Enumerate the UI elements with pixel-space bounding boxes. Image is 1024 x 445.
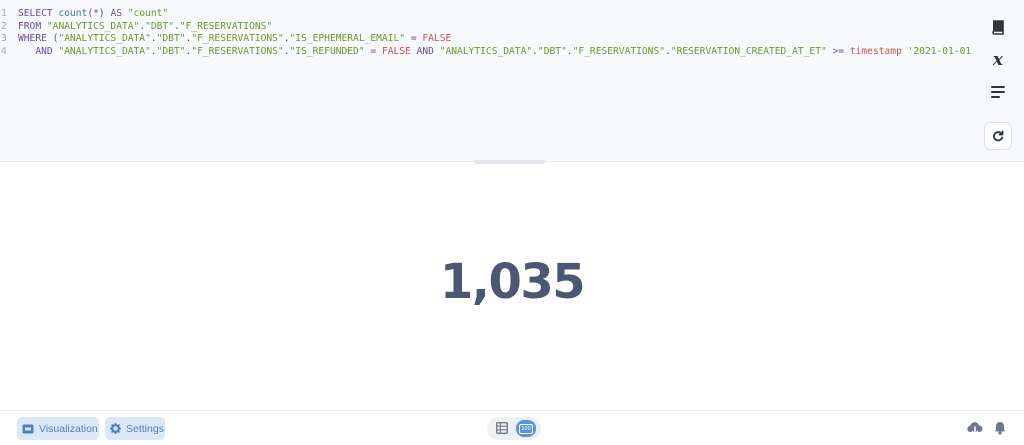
code-token: "F_RESERVATIONS" <box>572 45 666 57</box>
editor-sidebar: x <box>984 14 1012 110</box>
code-line[interactable]: 4 AND "ANALYTICS_DATA"."DBT"."F_RESERVAT… <box>0 46 975 59</box>
table-icon[interactable] <box>496 421 508 439</box>
code-token: "ANALYTICS_DATA" <box>58 33 151 44</box>
view-toggle[interactable]: 100 <box>487 417 541 440</box>
code-token: timestamp <box>849 45 908 57</box>
code-token: FROM <box>18 20 47 32</box>
code-token: "F_RESERVATIONS" <box>179 20 273 32</box>
code-line[interactable]: 2 FROM "ANALYTICS_DATA"."DBT"."F_RESERVAT… <box>0 21 975 34</box>
settings-label: Settings <box>126 422 164 435</box>
code-line[interactable]: 3 WHERE ("ANALYTICS_DATA"."DBT"."F_RESERV… <box>0 33 975 46</box>
data-reference-book-icon <box>992 20 1004 35</box>
line-number: 4 <box>1 45 7 57</box>
code-token: "DBT" <box>537 45 567 57</box>
line-number: 1 <box>1 8 7 19</box>
code-token: WHERE <box>18 33 53 44</box>
data-reference-button[interactable] <box>984 14 1012 42</box>
visualization-number-icon <box>22 424 34 434</box>
code-token: "IS_REFUNDED" <box>289 45 365 57</box>
gear-icon <box>110 423 121 434</box>
code-token: "DBT" <box>145 20 174 32</box>
query-footer: Visualization Settings 100 <box>0 410 1024 445</box>
visualization-view-badge: 100 <box>519 423 533 434</box>
variables-x-icon: x <box>992 50 1004 70</box>
code-token: "ANALYTICS_DATA" <box>58 45 151 57</box>
code-token: "ANALYTICS_DATA" <box>439 45 533 57</box>
snippets-button[interactable] <box>984 78 1012 106</box>
bell-icon[interactable] <box>994 421 1006 440</box>
code-token: (*) <box>87 8 111 19</box>
sql-code[interactable]: 1 SELECT count(*) AS "count" 2 FROM "ANALYT… <box>0 8 975 58</box>
sql-editor[interactable]: 1 SELECT count(*) AS "count" 2 FROM "ANALYT… <box>0 0 1024 162</box>
variables-button[interactable]: x <box>984 46 1012 74</box>
code-token: = <box>405 33 423 44</box>
code-token: "F_RESERVATIONS" <box>191 45 284 57</box>
code-token: '2021-01-01 00:00 -05:00' <box>907 45 972 57</box>
code-token: "F_RESERVATIONS" <box>191 33 284 44</box>
code-token: "IS_EPHEMERAL_EMAIL" <box>289 33 406 44</box>
code-token: FALSE <box>381 45 411 57</box>
code-token: "DBT" <box>156 33 186 44</box>
code-token: SELECT <box>18 8 59 19</box>
settings-button[interactable]: Settings <box>105 417 165 440</box>
code-token: count <box>58 8 88 19</box>
code-line[interactable]: 1 SELECT count(*) AS "count" <box>0 8 975 21</box>
code-token: AND <box>410 45 440 57</box>
code-token: "ANALYTICS_DATA" <box>46 20 140 32</box>
code-token: "DBT" <box>156 45 186 57</box>
snippets-lines-icon <box>991 86 1005 98</box>
code-token: AND <box>18 45 59 57</box>
refresh-icon <box>993 130 1004 142</box>
line-number: 2 <box>1 20 7 32</box>
code-token: "count" <box>127 8 169 19</box>
code-token: AS <box>110 8 128 19</box>
query-result: 1,035 <box>0 163 1024 410</box>
code-token: >= <box>826 45 850 57</box>
code-token: "RESERVATION_CREATED_AT_ET" <box>670 45 827 57</box>
visualization-view-icon[interactable]: 100 <box>516 420 536 437</box>
code-token: = <box>364 45 382 57</box>
code-token: FALSE <box>422 33 452 44</box>
line-number: 3 <box>1 33 7 44</box>
download-icon[interactable] <box>967 421 983 440</box>
visualization-label: Visualization <box>39 422 98 435</box>
run-query-button[interactable] <box>984 122 1012 150</box>
scalar-value: 1,035 <box>439 253 586 310</box>
visualization-button[interactable]: Visualization <box>17 417 99 440</box>
